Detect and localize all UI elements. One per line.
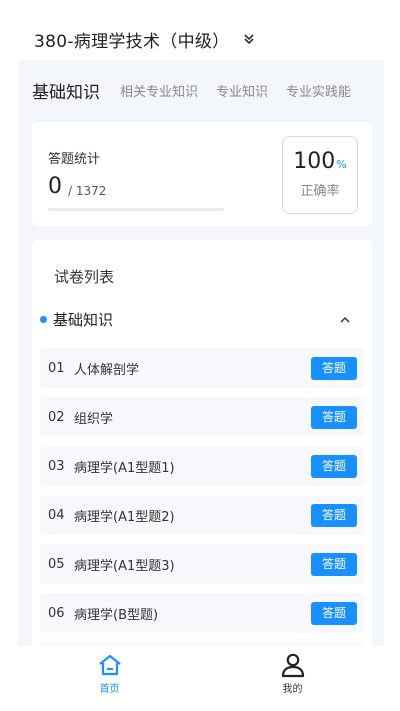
home-icon xyxy=(97,652,123,678)
answer-button[interactable]: 答题 xyxy=(311,602,357,625)
paper-index: 02 xyxy=(48,409,65,425)
tabbar-mine-label: 我的 xyxy=(282,684,303,695)
answer-button[interactable]: 答题 xyxy=(311,406,357,429)
tabbar-home-label: 首页 xyxy=(99,684,120,695)
tabbar-home[interactable]: 首页 xyxy=(18,646,201,696)
stats-label: 答题统计 xyxy=(48,152,101,167)
bottom-tab-bar: 首页 我的 xyxy=(18,646,384,696)
accuracy-value: 100% xyxy=(283,149,357,174)
paper-list-title: 试卷列表 xyxy=(54,268,115,286)
category-tabs: 基础知识 相关专业知识 专业知识 专业实践能 xyxy=(18,76,384,104)
paper-index: 06 xyxy=(48,605,65,621)
accuracy-unit: % xyxy=(336,158,347,171)
paper-index: 05 xyxy=(48,556,65,572)
answer-button[interactable]: 答题 xyxy=(311,553,357,576)
user-icon xyxy=(280,652,306,678)
paper-item-04[interactable]: 04 病理学(A1型题2) 答题 xyxy=(40,495,364,535)
total-count: / 1372 xyxy=(68,184,107,198)
tab-related-knowledge[interactable]: 相关专业知识 xyxy=(120,81,198,100)
accuracy-number: 100 xyxy=(293,149,336,174)
tab-professional-practice[interactable]: 专业实践能 xyxy=(286,81,351,100)
answer-button[interactable]: 答题 xyxy=(311,455,357,478)
app-screen: 380-病理学技术（中级） 基础知识 相关专业知识 专业知识 专业实践能 答题统… xyxy=(18,18,384,696)
paper-index: 01 xyxy=(48,360,65,376)
accuracy-box: 100% 正确率 xyxy=(282,136,358,214)
section-name: 基础知识 xyxy=(53,310,114,329)
paper-index: 04 xyxy=(48,507,65,523)
chevron-up-icon[interactable] xyxy=(338,312,352,326)
paper-item-05[interactable]: 05 病理学(A1型题3) 答题 xyxy=(40,544,364,584)
answer-button[interactable]: 答题 xyxy=(311,504,357,527)
answer-button[interactable]: 答题 xyxy=(311,357,357,380)
paper-name: 病理学(A1型题3) xyxy=(74,558,175,574)
tab-basic-knowledge[interactable]: 基础知识 xyxy=(32,78,100,103)
double-chevron-down-icon[interactable] xyxy=(243,33,255,45)
paper-name: 人体解剖学 xyxy=(74,362,140,378)
tab-professional-knowledge[interactable]: 专业知识 xyxy=(216,81,268,100)
answered-count: 0 xyxy=(48,174,62,199)
paper-item-01[interactable]: 01 人体解剖学 答题 xyxy=(40,348,364,388)
section-header[interactable]: 基础知识 xyxy=(40,306,364,332)
app-header: 380-病理学技术（中级） xyxy=(18,18,384,60)
paper-item-02[interactable]: 02 组织学 答题 xyxy=(40,397,364,437)
paper-name: 病理学(A1型题1) xyxy=(74,460,175,476)
paper-list-card: 试卷列表 基础知识 01 人体解剖学 答题 02 组织学 答题 03 病理学(A… xyxy=(32,240,372,696)
paper-name: 病理学(B型题) xyxy=(74,607,159,623)
exam-title[interactable]: 380-病理学技术（中级） xyxy=(34,27,229,52)
section-dot-icon xyxy=(40,315,47,323)
paper-item-06[interactable]: 06 病理学(B型题) 答题 xyxy=(40,593,364,633)
answer-stats-card: 答题统计 0 / 1372 100% 正确率 xyxy=(32,122,372,226)
paper-item-03[interactable]: 03 病理学(A1型题1) 答题 xyxy=(40,446,364,486)
paper-index: 03 xyxy=(48,458,65,474)
tabbar-mine[interactable]: 我的 xyxy=(201,646,384,696)
paper-name: 组织学 xyxy=(74,411,114,427)
progress-bar xyxy=(48,208,224,211)
accuracy-label: 正确率 xyxy=(300,184,340,199)
paper-name: 病理学(A1型题2) xyxy=(74,509,175,525)
